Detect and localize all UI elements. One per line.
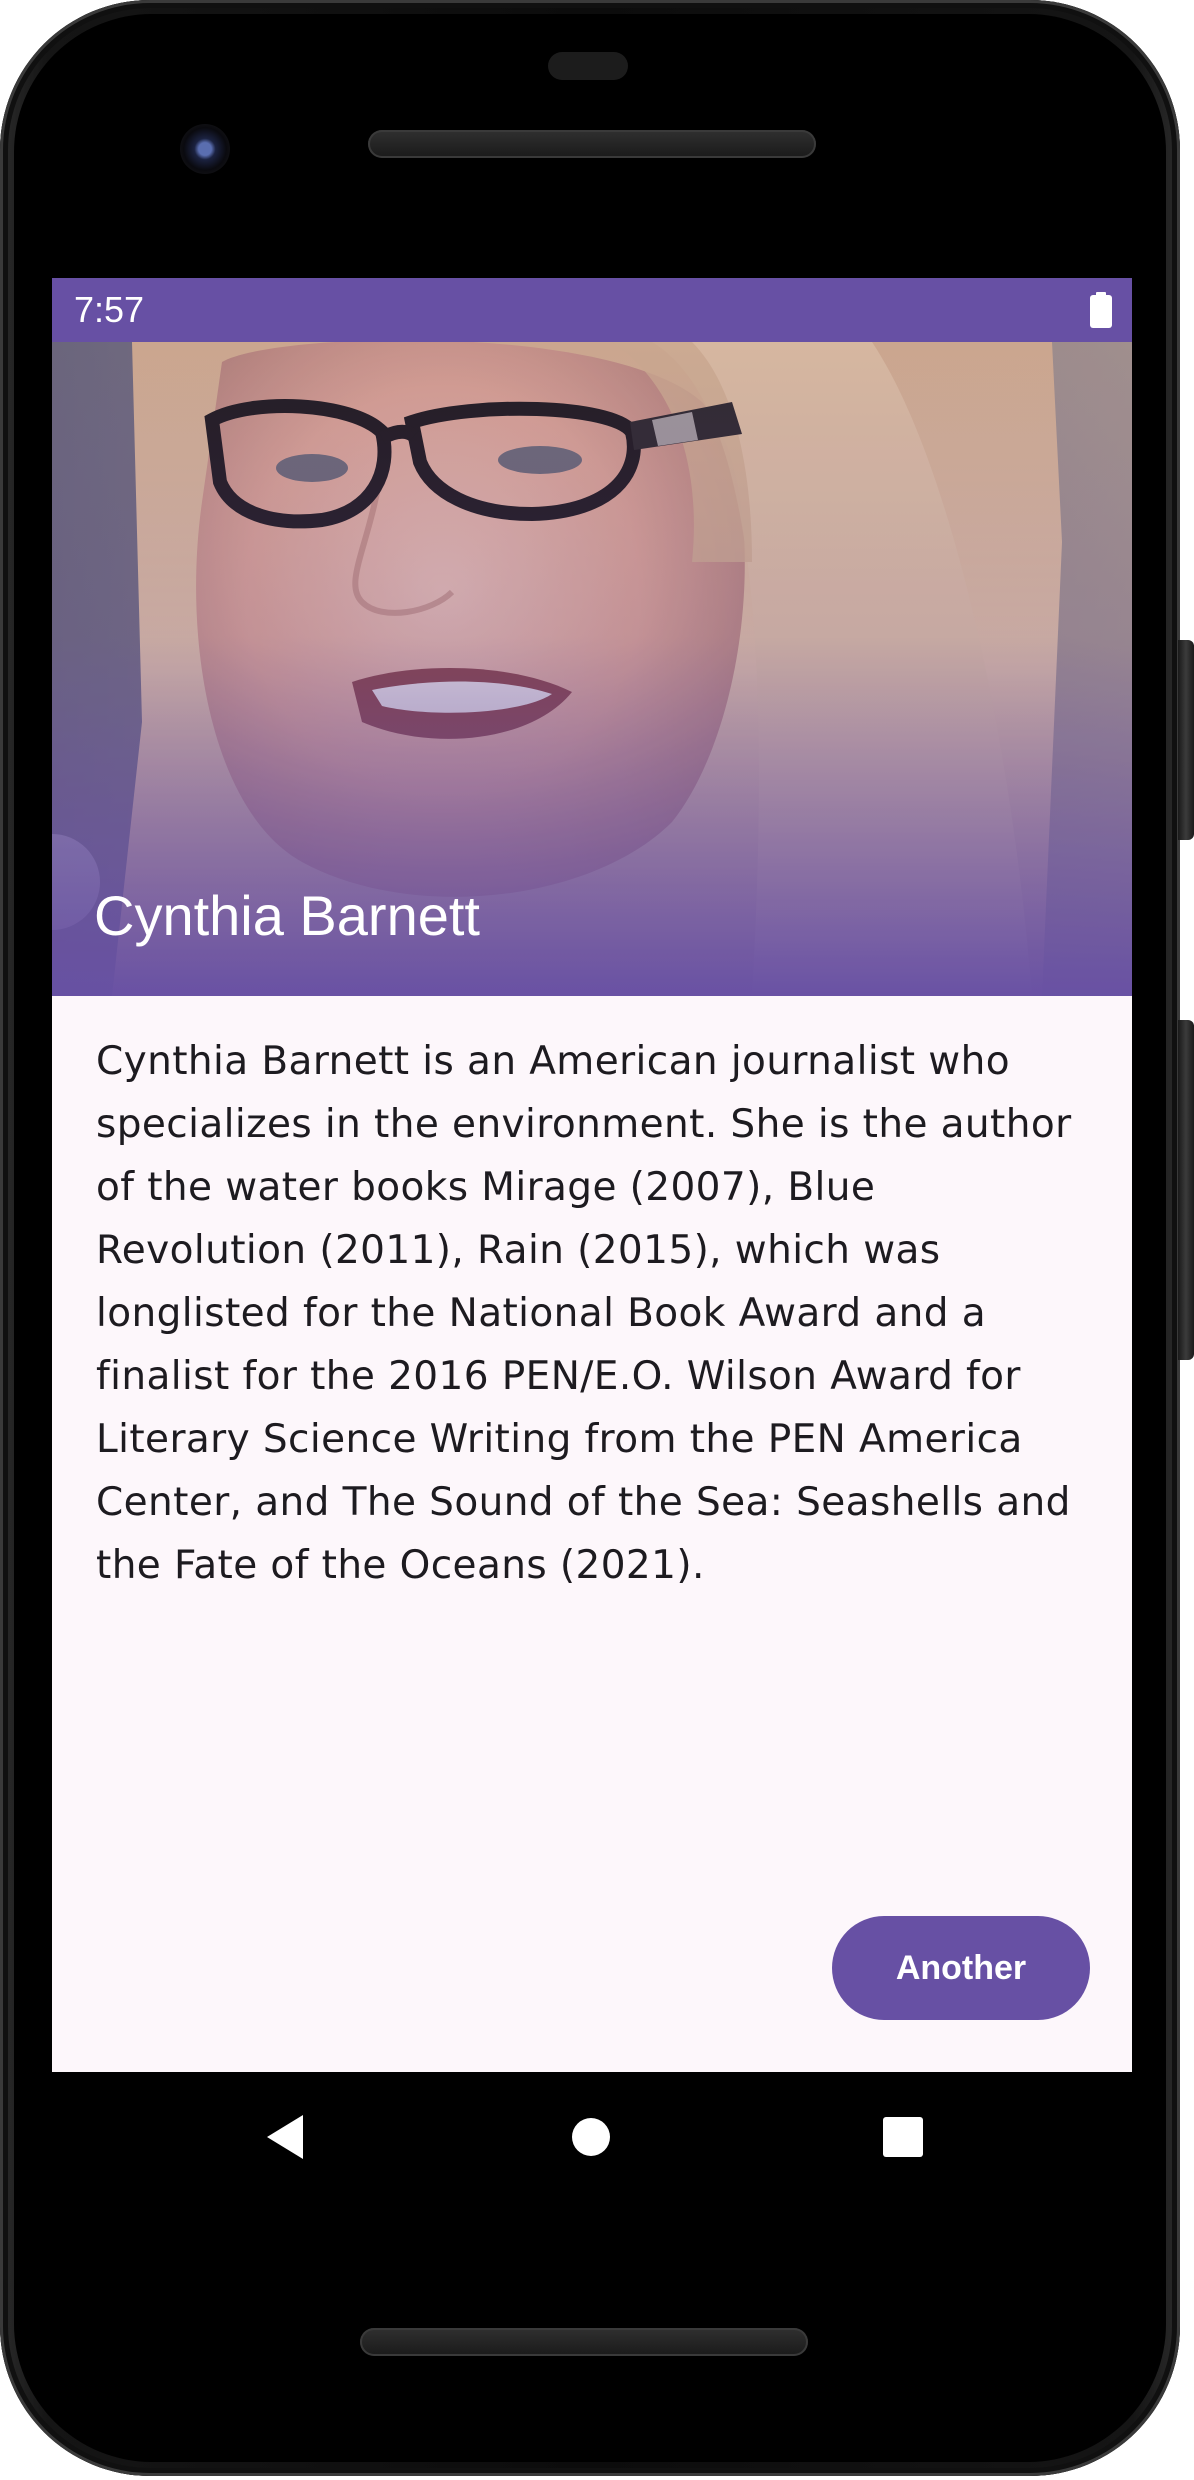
battery-full-icon bbox=[1090, 292, 1112, 328]
status-time: 7:57 bbox=[74, 289, 145, 330]
earpiece bbox=[548, 52, 628, 80]
volume-button bbox=[1178, 1020, 1194, 1360]
home-circle-icon bbox=[572, 2118, 610, 2156]
power-button bbox=[1178, 640, 1194, 840]
app-screen: 7:57 Cynthia Barnett Cynthia Barnett is … bbox=[52, 278, 1132, 2072]
top-speaker-grille bbox=[368, 130, 816, 158]
author-header: Cynthia Barnett bbox=[52, 342, 1132, 996]
author-bio: Cynthia Barnett is an American journalis… bbox=[96, 1039, 1072, 1588]
phone-frame: 7:57 Cynthia Barnett Cynthia Barnett is … bbox=[0, 0, 1194, 2476]
back-triangle-icon bbox=[267, 2115, 303, 2159]
bottom-speaker-grille bbox=[360, 2328, 808, 2356]
system-nav-bar bbox=[52, 2072, 1132, 2204]
recents-square-icon bbox=[883, 2117, 923, 2157]
another-button[interactable]: Another bbox=[832, 1916, 1090, 2020]
author-name: Cynthia Barnett bbox=[94, 884, 480, 947]
status-bar: 7:57 bbox=[52, 278, 1132, 342]
nav-home-button[interactable] bbox=[546, 2092, 636, 2182]
nav-recents-button[interactable] bbox=[858, 2092, 948, 2182]
front-camera-icon bbox=[180, 124, 230, 174]
nav-back-button[interactable] bbox=[240, 2092, 330, 2182]
